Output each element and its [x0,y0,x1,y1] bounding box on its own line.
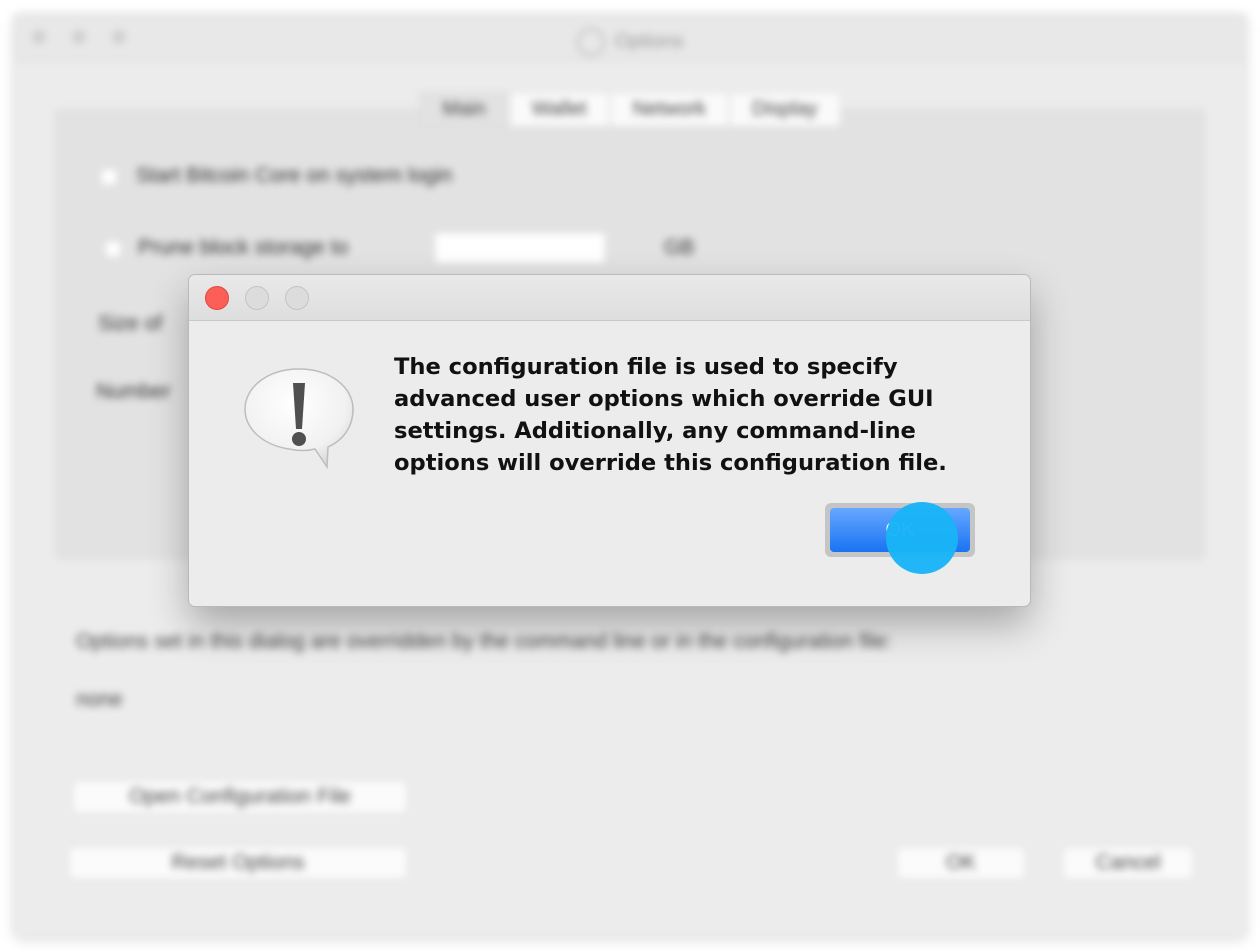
click-indicator [886,502,958,574]
tab-network[interactable]: Network [609,92,729,127]
tab-wallet[interactable]: Wallet [508,92,610,127]
size-label: Size of [98,312,163,335]
prune-checkbox[interactable] [104,240,122,258]
gear-icon [576,28,605,56]
options-ok-button[interactable]: OK [896,846,1026,880]
alert-titlebar [189,275,1030,321]
close-button[interactable] [205,286,229,310]
options-cancel-button[interactable]: Cancel [1062,846,1194,880]
prune-size-field[interactable] [434,232,606,264]
options-window-title: Options [14,28,1246,56]
number-label: Number [96,380,171,403]
prune-unit-label: GB [664,236,695,259]
options-tab-bar: Main Wallet Network Display [14,92,1246,127]
zoom-button[interactable] [285,286,309,310]
start-on-login-label: Start Bitcoin Core on system login [136,164,453,187]
tab-main[interactable]: Main [419,92,509,127]
start-on-login-checkbox[interactable] [100,168,118,186]
minimize-button[interactable] [245,286,269,310]
alert-message: The configuration file is used to specif… [394,354,947,476]
override-notice: Options set in this dialog are overridde… [76,630,892,653]
open-config-file-button[interactable]: Open Configuration File [72,780,408,814]
override-value: none [76,688,123,711]
caution-icon [244,368,354,470]
prune-label: Prune block storage to [138,236,349,259]
options-titlebar: Options [14,14,1246,61]
tab-display[interactable]: Display [728,92,841,127]
reset-options-button[interactable]: Reset Options [68,846,408,880]
